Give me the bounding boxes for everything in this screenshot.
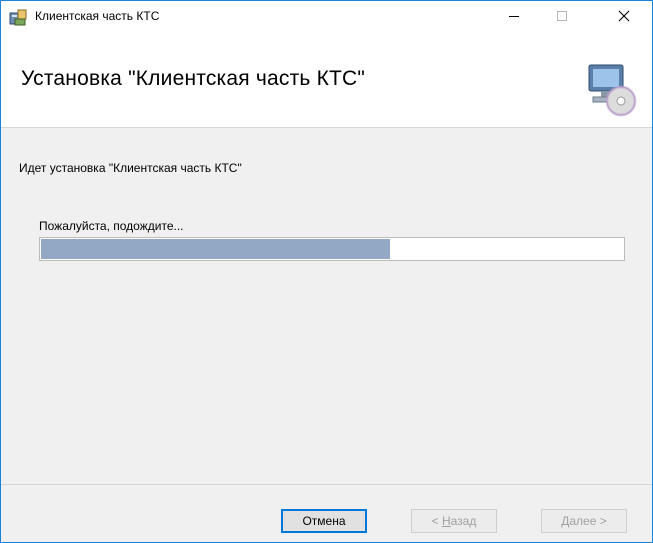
close-button[interactable] (601, 1, 647, 31)
back-prefix: < (431, 514, 442, 528)
minimize-icon (509, 16, 519, 17)
installer-app-icon (9, 8, 27, 26)
close-icon (618, 10, 630, 22)
next-hotkey: Д (561, 514, 570, 528)
progress-fill (41, 239, 390, 259)
install-status-text: Идет установка "Клиентская часть КТС" (19, 161, 242, 175)
title-bar[interactable]: Клиентская часть КТС (1, 1, 652, 31)
next-label-rest: алее > (569, 514, 607, 528)
back-label-rest: азад (450, 514, 477, 528)
minimize-button[interactable] (491, 1, 537, 31)
maximize-button[interactable] (539, 1, 585, 31)
back-hotkey: Н (441, 514, 451, 528)
page-title: Установка "Клиентская часть КТС" (21, 67, 366, 90)
window-title: Клиентская часть КТС (35, 9, 160, 23)
installer-header: Установка "Клиентская часть КТС" (1, 31, 652, 128)
please-wait-label: Пожалуйста, подождите... (39, 219, 184, 233)
cancel-button[interactable]: Отмена (281, 509, 367, 533)
maximize-icon (557, 11, 567, 21)
button-bar: Отмена < Назад Далее > (1, 484, 652, 542)
installer-window: Клиентская часть КТС Установка "Клиентск… (0, 0, 653, 543)
cancel-button-label: Отмена (302, 514, 346, 528)
computer-disc-icon (585, 61, 637, 117)
install-progress-bar (39, 237, 625, 261)
back-button[interactable]: < Назад (411, 509, 497, 533)
next-button[interactable]: Далее > (541, 509, 627, 533)
